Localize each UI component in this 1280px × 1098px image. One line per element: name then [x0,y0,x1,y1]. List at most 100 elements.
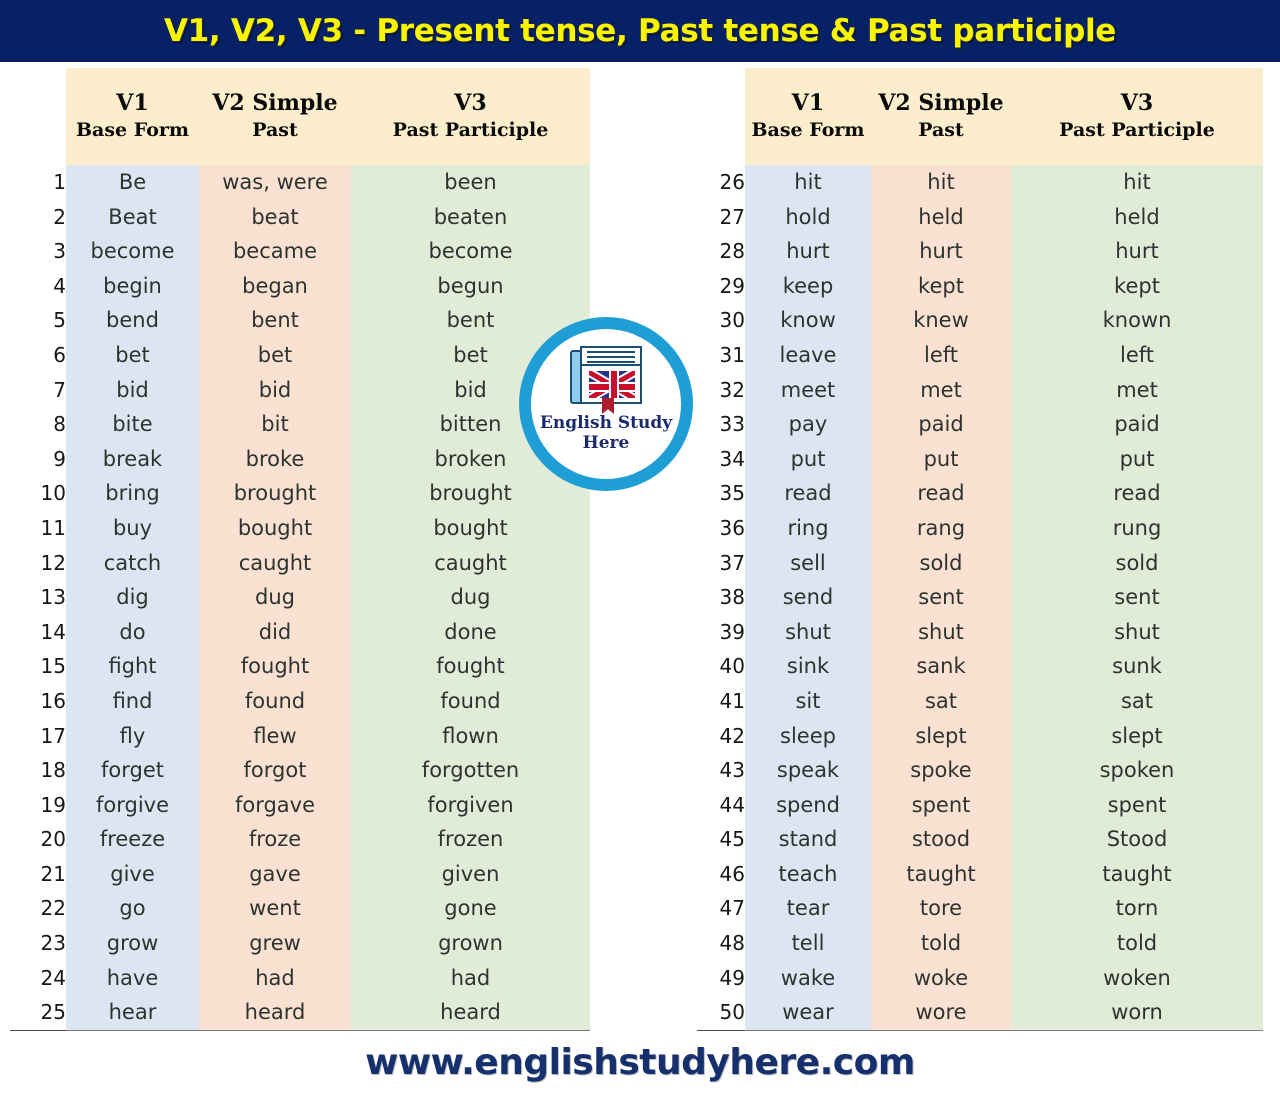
cell-v2: heard [199,995,351,1031]
column-header-v3-line1: V3 [1120,90,1154,117]
table-row: 26 hit hit hit [697,165,1263,200]
cell-v1: read [745,476,871,511]
row-number: 18 [10,753,66,788]
cell-v3: put [1011,441,1263,477]
page-title: V1, V2, V3 - Present tense, Past tense &… [163,13,1117,49]
row-number: 46 [697,856,745,892]
cell-v3: paid [1011,407,1263,442]
cell-v2: hit [871,165,1011,200]
row-number: 21 [10,856,66,892]
column-header-v3: V3 Past Participle [351,68,590,165]
cell-v2: rang [871,510,1011,546]
table-row: 30 know knew known [697,303,1263,338]
cell-v2: sank [871,649,1011,684]
title-banner: V1, V2, V3 - Present tense, Past tense &… [0,0,1280,62]
cell-v1: do [66,614,199,650]
row-number: 9 [10,441,66,477]
cell-v2: found [199,683,351,719]
table-right-body: 26 hit hit hit 27 hold held held 28 hurt hurt hurt 2… [697,165,1263,1031]
row-number-header [10,68,66,165]
cell-v1: hit [745,165,871,200]
cell-v2: fought [199,649,351,684]
cell-v1: wear [745,995,871,1031]
cell-v1: begin [66,268,199,304]
column-header-v3: V3 Past Participle [1011,68,1263,165]
table-row: 18 forget forgot forgotten [10,753,590,788]
column-header-v1-line2: Base Form [75,119,189,142]
row-number: 17 [10,718,66,754]
row-number: 16 [10,683,66,719]
cell-v1: stand [745,822,871,857]
cell-v3: rung [1011,510,1263,546]
cell-v3: grown [351,926,590,961]
cell-v2: was, were [199,165,351,200]
table-row: 39 shut shut shut [697,614,1263,650]
cell-v1: spend [745,787,871,823]
table-row: 11 buy bought bought [10,510,590,546]
cell-v3: kept [1011,268,1263,304]
cell-v2: spoke [871,753,1011,788]
row-number: 25 [10,995,66,1031]
column-header-v2: V2 Simple Past [199,68,351,165]
cell-v3: hit [1011,165,1263,200]
cell-v3: forgotten [351,753,590,788]
cell-v2: met [871,372,1011,408]
table-row: 19 forgive forgave forgiven [10,787,590,823]
cell-v3: known [1011,303,1263,338]
cell-v1: hear [66,995,199,1031]
table-row: 16 find found found [10,683,590,719]
table-row: 48 tell told told [697,926,1263,961]
website-url[interactable]: www.englishstudyhere.com [365,1042,915,1083]
row-number: 13 [10,580,66,615]
table-row: 9 break broke broken [10,441,590,477]
cell-v3: done [351,614,590,650]
table-row: 37 sell sold sold [697,545,1263,581]
row-number-header [697,68,745,165]
book-icon [570,346,642,414]
column-header-v2-line2: Past [918,119,964,142]
table-row: 6 bet bet bet [10,337,590,373]
cell-v3: shut [1011,614,1263,650]
cell-v2: kept [871,268,1011,304]
table-row: 47 tear tore torn [697,891,1263,927]
cell-v1: meet [745,372,871,408]
cell-v2: gave [199,856,351,892]
table-row: 40 sink sank sunk [697,649,1263,684]
row-number: 11 [10,510,66,546]
table-row: 1 Be was, were been [10,165,590,200]
cell-v2: hurt [871,234,1011,269]
row-number: 45 [697,822,745,857]
row-number: 6 [10,337,66,373]
cell-v3: sat [1011,683,1263,719]
cell-v2: forgave [199,787,351,823]
row-number: 27 [697,199,745,235]
table-row: 43 speak spoke spoken [697,753,1263,788]
table-row: 20 freeze froze frozen [10,822,590,857]
logo-line2: Here [582,432,630,453]
cell-v1: know [745,303,871,338]
table-row: 41 sit sat sat [697,683,1263,719]
table-row: 28 hurt hurt hurt [697,234,1263,269]
cell-v2: forgot [199,753,351,788]
row-number: 8 [10,407,66,442]
cell-v2: froze [199,822,351,857]
english-study-here-logo: English Study Here [519,317,693,491]
cell-v3: torn [1011,891,1263,927]
column-header-v1-line1: V1 [116,90,149,117]
row-number: 29 [697,268,745,304]
cell-v1: sink [745,649,871,684]
cell-v1: wake [745,960,871,996]
cell-v2: caught [199,545,351,581]
cell-v2: began [199,268,351,304]
cell-v1: leave [745,337,871,373]
cell-v3: told [1011,926,1263,961]
cell-v3: sold [1011,545,1263,581]
cell-v2: dug [199,580,351,615]
row-number: 19 [10,787,66,823]
cell-v3: held [1011,199,1263,235]
row-number: 47 [697,891,745,927]
cell-v1: tear [745,891,871,927]
row-number: 20 [10,822,66,857]
cell-v3: brought [351,476,590,511]
table-row: 10 bring brought brought [10,476,590,511]
